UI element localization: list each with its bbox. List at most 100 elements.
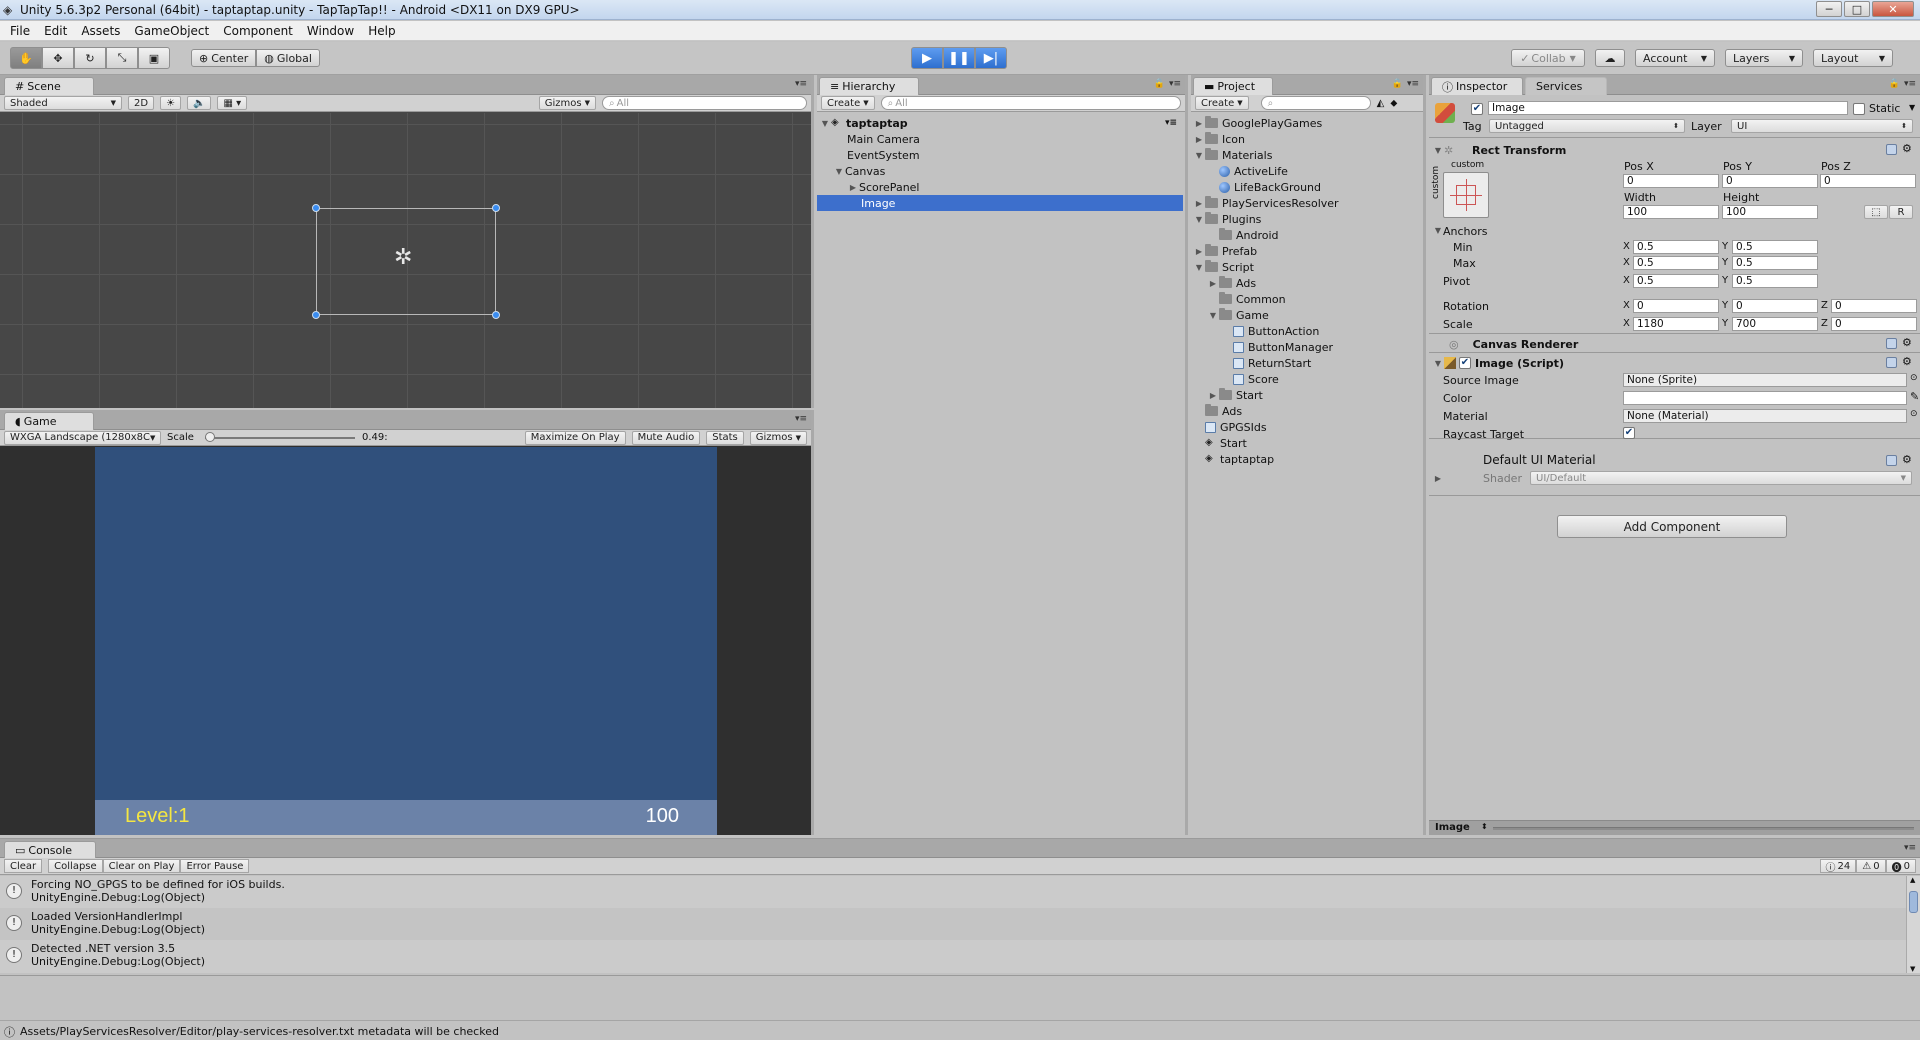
posy-field[interactable]: 0 (1722, 174, 1818, 188)
posz-field[interactable]: 0 (1820, 174, 1916, 188)
tag-dropdown[interactable]: Untagged ⬍ (1489, 119, 1685, 133)
collapse-icon[interactable]: ▶ (1432, 474, 1444, 483)
object-name-field[interactable]: Image (1488, 101, 1848, 115)
width-field[interactable]: 100 (1623, 205, 1719, 219)
menu-item-window[interactable]: Window (300, 24, 361, 38)
height-field[interactable]: 100 (1722, 205, 1818, 219)
project-item[interactable]: Android (1191, 227, 1423, 243)
console-detail-area[interactable] (0, 975, 1920, 1021)
help-icon[interactable] (1886, 144, 1897, 155)
active-checkbox[interactable]: ✔ (1471, 103, 1483, 115)
minimize-icon[interactable]: ─ (1816, 1, 1842, 17)
move-tool-icon[interactable]: ✥ (42, 47, 74, 69)
collapse-icon[interactable]: ▶ (1193, 199, 1205, 208)
image-enabled-checkbox[interactable]: ✔ (1459, 357, 1471, 369)
hierarchy-create-dropdown[interactable]: Create ▼ (821, 96, 875, 110)
project-item[interactable]: ActiveLife (1191, 163, 1423, 179)
project-item[interactable]: ▶ GooglePlayGames (1191, 115, 1423, 131)
footer-divider[interactable] (1493, 827, 1914, 830)
error-count-toggle[interactable]: ⓿0 (1885, 859, 1916, 874)
panel-menu-icon[interactable]: ▾≡ (1904, 79, 1916, 89)
color-swatch[interactable] (1623, 391, 1907, 405)
project-item[interactable]: ▼ Script (1191, 259, 1423, 275)
scroll-thumb[interactable] (1909, 891, 1918, 913)
project-item[interactable]: LifeBackGround (1191, 179, 1423, 195)
effects-icon[interactable]: ▦ ▾ (217, 96, 248, 110)
object-picker-icon[interactable]: ⊙ (1910, 373, 1918, 383)
project-item[interactable]: ButtonManager (1191, 339, 1423, 355)
clear-button[interactable]: Clear (4, 859, 43, 873)
console-scrollbar[interactable]: ▲ ▼ (1906, 876, 1920, 973)
lighting-icon[interactable]: ☀ (160, 96, 182, 110)
collapse-icon[interactable]: ▶ (847, 183, 859, 192)
collab-dropdown[interactable]: ✓ Collab ▼ (1511, 49, 1585, 67)
rect-handle-tl[interactable] (312, 204, 320, 212)
hierarchy-item-canvas[interactable]: ▼ Canvas (817, 163, 1185, 179)
menu-icon[interactable]: ▾≡ (1165, 118, 1177, 128)
resolution-dropdown[interactable]: WXGA Landscape (1280x8C ▼ (4, 430, 161, 445)
tab-console[interactable]: ▭ Console (4, 841, 96, 859)
menu-item-file[interactable]: File (3, 24, 37, 38)
tab-project[interactable]: ▬ Project (1193, 77, 1273, 95)
pivot-y-field[interactable]: 0.5 (1732, 274, 1818, 288)
lock-icon[interactable]: 🔒 (1889, 79, 1900, 89)
mute-audio-toggle[interactable]: Mute Audio (631, 430, 701, 445)
warning-count-toggle[interactable]: ⚠ 0 (1856, 859, 1886, 873)
gizmos-dropdown[interactable]: Gizmos ▼ (538, 96, 596, 110)
project-create-dropdown[interactable]: Create ▼ (1195, 96, 1249, 110)
project-item[interactable]: ▶ Icon (1191, 131, 1423, 147)
shader-dropdown[interactable]: UI/Default ▼ (1530, 471, 1912, 485)
anchor-presets-button[interactable] (1443, 172, 1489, 218)
hierarchy-search-input[interactable]: ⌕ All (880, 96, 1181, 110)
hierarchy-item-main-camera[interactable]: Main Camera (817, 131, 1185, 147)
expand-icon[interactable]: ▼ (1193, 215, 1205, 224)
center-toggle[interactable]: ⊕ Center (191, 49, 257, 67)
tab-inspector[interactable]: ⓘ Inspector (1431, 77, 1523, 95)
scale-z-field[interactable]: 0 (1831, 317, 1917, 331)
layout-dropdown[interactable]: Layout ▼ (1813, 49, 1893, 67)
hierarchy-item-scorepanel[interactable]: ▶ ScorePanel (817, 179, 1185, 195)
gear-icon[interactable]: ⚙ (1902, 336, 1912, 349)
expand-icon[interactable]: ▼ (833, 167, 845, 176)
pivot-x-field[interactable]: 0.5 (1633, 274, 1719, 288)
panel-menu-icon[interactable]: ▾≡ (795, 414, 807, 424)
anchor-max-y-field[interactable]: 0.5 (1732, 256, 1818, 270)
expand-icon[interactable]: ▼ (1432, 146, 1444, 155)
step-button[interactable]: ▶| (975, 47, 1007, 69)
scale-y-field[interactable]: 700 (1732, 317, 1818, 331)
expand-icon[interactable]: ▼ (1207, 311, 1219, 320)
hierarchy-item-eventsystem[interactable]: EventSystem (817, 147, 1185, 163)
panel-menu-icon[interactable]: ▾≡ (795, 79, 807, 89)
project-item[interactable]: ▶ Start (1191, 387, 1423, 403)
scale-slider-thumb[interactable] (205, 432, 215, 442)
log-count-toggle[interactable]: ⓘ 24 (1819, 859, 1857, 874)
blueprint-mode-button[interactable]: ⬚ (1864, 205, 1888, 219)
scene-root[interactable]: ▼ ◈ taptaptap ▾≡ (817, 115, 1185, 131)
add-component-button[interactable]: Add Component (1557, 515, 1787, 538)
rect-tool-icon[interactable]: ▣ (138, 47, 170, 69)
help-icon[interactable] (1886, 455, 1897, 466)
project-item[interactable]: Common (1191, 291, 1423, 307)
scale-slider[interactable] (205, 432, 355, 442)
collapse-icon[interactable]: ▶ (1193, 135, 1205, 144)
project-item[interactable]: GPGSIds (1191, 419, 1423, 435)
expand-icon[interactable]: ▼ (819, 119, 831, 128)
panel-menu-icon[interactable]: ▾≡ (1904, 843, 1916, 853)
collapse-icon[interactable]: ▶ (1193, 247, 1205, 256)
project-item[interactable]: ▶ Prefab (1191, 243, 1423, 259)
error-pause-toggle[interactable]: Error Pause (180, 859, 250, 873)
expand-icon[interactable]: ▼ (1193, 151, 1205, 160)
account-dropdown[interactable]: Account ▼ (1635, 49, 1715, 67)
stats-toggle[interactable]: Stats (706, 430, 744, 445)
maximize-icon[interactable]: □ (1844, 1, 1870, 17)
project-item[interactable]: ◈ Start (1191, 435, 1423, 451)
menu-item-gameobject[interactable]: GameObject (127, 24, 216, 38)
project-item[interactable]: ▼ Game (1191, 307, 1423, 323)
project-item[interactable]: Ads (1191, 403, 1423, 419)
project-item[interactable]: ReturnStart (1191, 355, 1423, 371)
gear-icon[interactable]: ⚙ (1902, 142, 1912, 155)
toggle-2d[interactable]: 2D (128, 96, 155, 110)
canvas-renderer-header[interactable]: ◎ Canvas Renderer (1429, 335, 1920, 353)
scene-viewport[interactable]: ✲ (0, 113, 811, 408)
project-item[interactable]: ▶ PlayServicesResolver (1191, 195, 1423, 211)
